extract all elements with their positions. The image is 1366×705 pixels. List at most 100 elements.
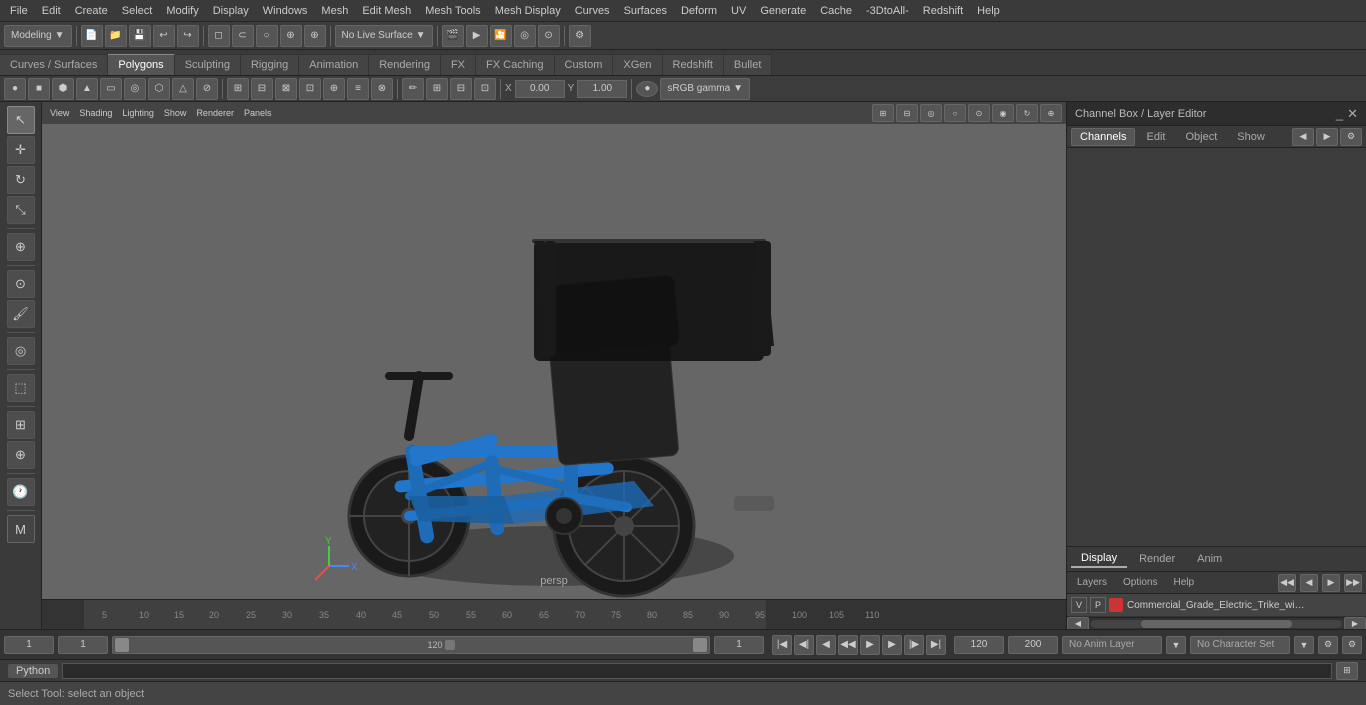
char-set-arrow[interactable]: ▼ (1294, 636, 1314, 654)
menu-cache[interactable]: Cache (814, 3, 858, 19)
bp-tab-display[interactable]: Display (1071, 550, 1127, 568)
open-btn[interactable]: 📁 (105, 25, 127, 47)
poly-sphere-btn[interactable]: ● (4, 78, 26, 100)
menu-curves[interactable]: Curves (569, 3, 616, 19)
menu-windows[interactable]: Windows (257, 3, 314, 19)
mesh-ops7-btn[interactable]: ⊗ (371, 78, 393, 100)
poly-torus-btn[interactable]: ◎ (124, 78, 146, 100)
frame-end-display[interactable]: 1 (714, 636, 764, 654)
layer-icon3[interactable]: ▶ (1322, 574, 1340, 592)
move-tool[interactable]: ✛ (7, 136, 35, 164)
layer-icon1[interactable]: ◀◀ (1278, 574, 1296, 592)
cb-tab-channels[interactable]: Channels (1071, 128, 1135, 146)
edit-mesh4-btn[interactable]: ⊡ (474, 78, 496, 100)
panel-minimize-btn[interactable]: _ (1336, 106, 1343, 122)
range-left-handle[interactable] (115, 638, 129, 652)
paint-btn[interactable]: ○ (256, 25, 278, 47)
menu-file[interactable]: File (4, 3, 34, 19)
menu-redshift[interactable]: Redshift (917, 3, 969, 19)
vp-view-menu[interactable]: View (46, 107, 73, 119)
render-btn[interactable]: 🎬 (442, 25, 464, 47)
menu-uv[interactable]: UV (725, 3, 752, 19)
scroll-left[interactable]: ◀ (1067, 617, 1089, 630)
tab-polygons[interactable]: Polygons (108, 54, 174, 75)
cb-tab-object[interactable]: Object (1176, 128, 1226, 146)
frame-input2[interactable]: 1 (58, 636, 108, 654)
play-back-btn[interactable]: ◀◀ (838, 635, 858, 655)
anim-layer-arrow[interactable]: ▼ (1166, 636, 1186, 654)
tab-bullet[interactable]: Bullet (724, 54, 773, 75)
menu-display[interactable]: Display (207, 3, 255, 19)
coord-x-value[interactable]: 0.00 (515, 80, 565, 98)
menu-help[interactable]: Help (971, 3, 1006, 19)
step-back-btn[interactable]: ◀| (794, 635, 814, 655)
vp-icon3[interactable]: ◎ (920, 104, 942, 122)
menu-select[interactable]: Select (116, 3, 159, 19)
tab-rendering[interactable]: Rendering (369, 54, 441, 75)
menu-edit[interactable]: Edit (36, 3, 67, 19)
poly-plane-btn[interactable]: ▭ (100, 78, 122, 100)
render2-btn[interactable]: ▶ (466, 25, 488, 47)
mesh-ops2-btn[interactable]: ⊟ (251, 78, 273, 100)
transform-tool[interactable]: ⊕ (7, 233, 35, 261)
poly-cylinder-btn[interactable]: ⬢ (52, 78, 74, 100)
options-menu[interactable]: Options (1117, 576, 1163, 589)
lasso-btn[interactable]: ⊂ (232, 25, 254, 47)
layer-color[interactable] (1109, 598, 1123, 612)
marquee-tool[interactable]: ⬚ (7, 374, 35, 402)
layer-icon2[interactable]: ◀ (1300, 574, 1318, 592)
menu-modify[interactable]: Modify (160, 3, 204, 19)
menu-mesh[interactable]: Mesh (315, 3, 354, 19)
poly-cube-btn[interactable]: ■ (28, 78, 50, 100)
play-fwd-btn[interactable]: ▶ (860, 635, 880, 655)
go-start-btn[interactable]: |◀ (772, 635, 792, 655)
range-end-field[interactable]: 120 (954, 636, 1004, 654)
bp-tab-anim[interactable]: Anim (1187, 551, 1232, 567)
select-btn[interactable]: ◻ (208, 25, 230, 47)
render4-btn[interactable]: ◎ (514, 25, 536, 47)
poly-cone-btn[interactable]: ▲ (76, 78, 98, 100)
redo-btn[interactable]: ↪ (177, 25, 199, 47)
scroll-track[interactable] (1091, 620, 1342, 628)
mesh-ops3-btn[interactable]: ⊠ (275, 78, 297, 100)
vp-icon2[interactable]: ⊟ (896, 104, 918, 122)
channel-arrow-right[interactable]: ▶ (1316, 128, 1338, 146)
vp-shading-menu[interactable]: Shading (75, 107, 116, 119)
tab-xgen[interactable]: XGen (613, 54, 662, 75)
layers-menu[interactable]: Layers (1071, 576, 1113, 589)
live-surface-dropdown[interactable]: No Live Surface ▼ (335, 25, 433, 47)
new-scene-btn[interactable]: 📄 (81, 25, 103, 47)
menu-mesh-display[interactable]: Mesh Display (489, 3, 567, 19)
layer-icon4[interactable]: ▶▶ (1344, 574, 1362, 592)
colorspace-dropdown[interactable]: sRGB gamma ▼ (660, 78, 750, 100)
channel-settings[interactable]: ⚙ (1340, 128, 1362, 146)
range-thumb[interactable] (445, 640, 455, 650)
settings-btn[interactable]: ⚙ (569, 25, 591, 47)
layer-playback[interactable]: P (1090, 597, 1106, 613)
scale-tool[interactable]: ⤡ (7, 196, 35, 224)
layer-visibility[interactable]: V (1071, 597, 1087, 613)
bottom-settings2[interactable]: ⚙ (1342, 636, 1362, 654)
timeline-ruler[interactable]: 5 10 15 20 25 30 35 40 45 50 55 60 65 70… (84, 600, 766, 629)
menu-surfaces[interactable]: Surfaces (618, 3, 673, 19)
coord-y-value[interactable]: 1.00 (577, 80, 627, 98)
frame-current[interactable]: 1 (4, 636, 54, 654)
menu-edit-mesh[interactable]: Edit Mesh (356, 3, 417, 19)
mesh-ops1-btn[interactable]: ⊞ (227, 78, 249, 100)
render5-btn[interactable]: ⊙ (538, 25, 560, 47)
right-panel-scrollbar[interactable]: ◀ ▶ (1067, 617, 1366, 629)
tab-fx[interactable]: FX (441, 54, 476, 75)
snap2-btn[interactable]: ⊕ (304, 25, 326, 47)
mesh-ops4-btn[interactable]: ⊡ (299, 78, 321, 100)
poly-pyramid-btn[interactable]: △ (172, 78, 194, 100)
show-manip-tool[interactable]: ◎ (7, 337, 35, 365)
python-input[interactable] (62, 663, 1332, 679)
paint-tool[interactable]: 🖌 (7, 300, 35, 328)
menu-generate[interactable]: Generate (754, 3, 812, 19)
mesh-ops6-btn[interactable]: ≡ (347, 78, 369, 100)
mesh-ops5-btn[interactable]: ⊕ (323, 78, 345, 100)
select-tool[interactable]: ↖ (7, 106, 35, 134)
scroll-thumb[interactable] (1141, 620, 1292, 628)
vp-icon8[interactable]: ⊕ (1040, 104, 1062, 122)
tab-rigging[interactable]: Rigging (241, 54, 299, 75)
